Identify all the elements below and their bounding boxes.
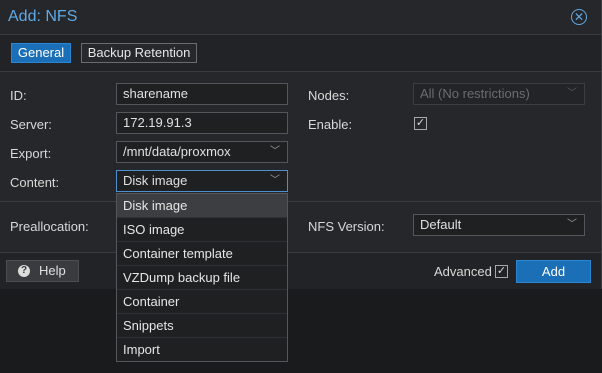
nodes-label: Nodes: — [308, 88, 350, 103]
export-select[interactable]: /mnt/data/proxmox ﹀ — [116, 141, 288, 163]
chevron-down-icon[interactable]: ﹀ — [270, 142, 280, 162]
dialog-footer: ? Help Advanced ✓ Add — [0, 252, 601, 289]
dropdown-option-disk-image[interactable]: Disk image — [117, 194, 287, 218]
nfs-version-select[interactable]: Default ﹀ — [413, 214, 585, 236]
chevron-down-icon[interactable]: ﹀ — [567, 215, 577, 235]
chevron-down-icon[interactable]: ﹀ — [270, 171, 280, 191]
section-divider — [0, 201, 601, 202]
dialog-title: Add: NFS — [8, 8, 78, 25]
tab-bar: General Backup Retention — [0, 34, 601, 72]
advanced-label: Advanced — [434, 264, 492, 279]
server-field[interactable]: 172.19.91.3 — [116, 112, 288, 134]
id-label: ID: — [10, 88, 27, 103]
nodes-value: All (No restrictions) — [420, 86, 530, 101]
dropdown-option-snippets[interactable]: Snippets — [117, 314, 287, 338]
tab-backup-retention[interactable]: Backup Retention — [81, 43, 197, 63]
id-field[interactable]: sharename — [116, 83, 288, 105]
dialog-titlebar: Add: NFS ✕ — [0, 0, 601, 34]
dropdown-option-container-template[interactable]: Container template — [117, 242, 287, 266]
content-dropdown-list: Disk image ISO image Container template … — [116, 193, 288, 362]
enable-checkbox[interactable]: ✓ — [414, 117, 427, 130]
nfs-version-label: NFS Version: — [308, 219, 385, 234]
export-label: Export: — [10, 146, 52, 161]
dropdown-option-container[interactable]: Container — [117, 290, 287, 314]
help-button-label: Help — [39, 263, 66, 278]
id-value: sharename — [123, 86, 189, 101]
dropdown-option-iso-image[interactable]: ISO image — [117, 218, 287, 242]
preallocation-label: Preallocation: — [10, 219, 89, 234]
server-value: 172.19.91.3 — [123, 115, 192, 130]
close-icon[interactable]: ✕ — [571, 9, 587, 25]
nfs-version-value: Default — [420, 217, 462, 232]
add-nfs-dialog: Add: NFS ✕ General Backup Retention ID: … — [0, 0, 602, 289]
export-value: /mnt/data/proxmox — [123, 144, 231, 159]
server-label: Server: — [10, 117, 52, 132]
nodes-select: All (No restrictions) ﹀ — [413, 83, 585, 105]
question-circle-icon: ? — [18, 265, 30, 277]
dropdown-option-import[interactable]: Import — [117, 338, 287, 362]
content-label: Content: — [10, 175, 60, 190]
dropdown-option-vzdump-backup-file[interactable]: VZDump backup file — [117, 266, 287, 290]
enable-label: Enable: — [308, 117, 353, 132]
content-select[interactable]: Disk image ﹀ — [116, 170, 288, 192]
content-value: Disk image — [123, 173, 188, 188]
chevron-down-icon: ﹀ — [567, 88, 577, 99]
tab-general[interactable]: General — [11, 43, 71, 63]
add-button[interactable]: Add — [516, 260, 591, 283]
help-button[interactable]: ? Help — [6, 260, 79, 282]
advanced-checkbox[interactable]: ✓ — [495, 265, 508, 278]
